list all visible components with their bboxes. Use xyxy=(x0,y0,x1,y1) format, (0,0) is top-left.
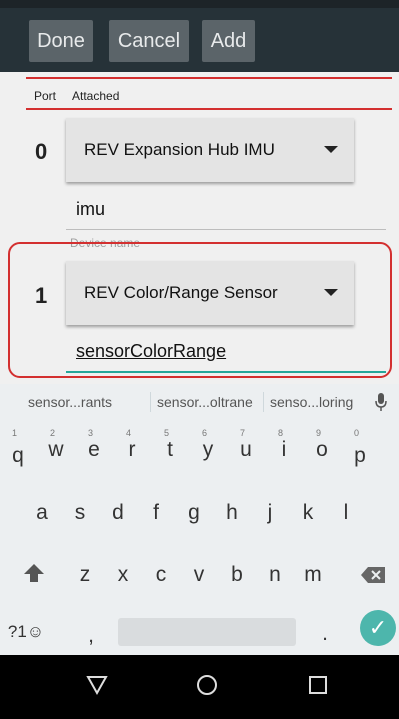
digit-hint: 1 xyxy=(12,428,18,438)
key-j[interactable]: j xyxy=(255,501,285,525)
attached-column-header: Attached xyxy=(72,89,120,103)
suggestion-2[interactable]: sensor...oltrane xyxy=(157,394,253,410)
space-bar[interactable] xyxy=(118,618,296,646)
top-toolbar: Done Cancel Add xyxy=(0,0,399,72)
key-i[interactable]: i xyxy=(269,438,299,462)
status-bar xyxy=(0,0,399,8)
suggestion-1[interactable]: sensor...rants xyxy=(28,394,112,410)
home-icon[interactable] xyxy=(195,673,219,697)
field-underline xyxy=(66,229,386,230)
soft-keyboard: sensor...rants sensor...oltrane senso...… xyxy=(0,384,399,655)
digit-hint: 8 xyxy=(278,428,284,438)
field-underline-active xyxy=(66,371,386,373)
digit-hint: 5 xyxy=(164,428,170,438)
digit-hint: 2 xyxy=(50,428,56,438)
navigation-bar xyxy=(0,655,399,719)
shift-icon[interactable] xyxy=(22,562,46,584)
add-button[interactable]: Add xyxy=(202,20,255,62)
header-top-highlight-line xyxy=(26,77,392,79)
device-type-dropdown-0[interactable]: REV Expansion Hub IMU xyxy=(66,118,354,182)
key-s[interactable]: s xyxy=(65,501,95,525)
key-h[interactable]: h xyxy=(217,501,247,525)
key-e[interactable]: e xyxy=(79,438,109,462)
key-period[interactable]: . xyxy=(310,622,340,646)
digit-hint: 3 xyxy=(88,428,94,438)
recents-icon[interactable] xyxy=(306,673,330,697)
key-g[interactable]: g xyxy=(179,501,209,525)
device-name-value-0: imu xyxy=(76,199,106,219)
key-b[interactable]: b xyxy=(222,563,252,587)
key-c[interactable]: c xyxy=(146,563,176,587)
key-u[interactable]: u xyxy=(231,438,261,462)
backspace-icon[interactable] xyxy=(360,566,386,584)
device-type-label-0: REV Expansion Hub IMU xyxy=(84,140,275,159)
key-t[interactable]: t xyxy=(155,438,185,462)
port-number-1: 1 xyxy=(35,283,48,308)
suggestion-3[interactable]: senso...loring xyxy=(270,394,353,410)
digit-hint: 4 xyxy=(126,428,132,438)
suggestion-strip: sensor...rants sensor...oltrane senso...… xyxy=(0,384,399,420)
check-icon: ✓ xyxy=(368,615,388,640)
device-name-value-1: sensorColorRange xyxy=(76,341,227,361)
suggestion-divider xyxy=(150,392,151,412)
key-x[interactable]: x xyxy=(108,563,138,587)
microphone-icon[interactable] xyxy=(374,392,388,412)
key-v[interactable]: v xyxy=(184,563,214,587)
digit-hint: 0 xyxy=(354,428,360,438)
key-z[interactable]: z xyxy=(70,563,100,587)
key-w[interactable]: w xyxy=(41,438,71,462)
key-d[interactable]: d xyxy=(103,501,133,525)
port-number-0: 0 xyxy=(35,139,48,164)
enter-key[interactable]: ✓ xyxy=(360,610,396,646)
chevron-down-icon xyxy=(324,146,338,153)
key-p[interactable]: p xyxy=(345,444,375,468)
port-column-header: Port xyxy=(34,89,57,103)
back-icon[interactable] xyxy=(85,673,109,697)
key-k[interactable]: k xyxy=(293,501,323,525)
suggestion-divider xyxy=(263,392,264,412)
symbols-key[interactable]: ?1☺ xyxy=(6,622,46,642)
digit-hint: 7 xyxy=(240,428,246,438)
key-o[interactable]: o xyxy=(307,438,337,462)
key-y[interactable]: y xyxy=(193,438,223,462)
key-r[interactable]: r xyxy=(117,438,147,462)
key-q[interactable]: q xyxy=(3,444,33,468)
device-name-field-1[interactable]: sensorColorRange xyxy=(66,341,386,375)
device-name-field-0[interactable]: imu xyxy=(66,199,386,233)
key-l[interactable]: l xyxy=(331,501,361,525)
key-m[interactable]: m xyxy=(298,563,328,587)
key-a[interactable]: a xyxy=(27,501,57,525)
cancel-button[interactable]: Cancel xyxy=(109,20,189,62)
key-f[interactable]: f xyxy=(141,501,171,525)
done-button[interactable]: Done xyxy=(29,20,93,62)
key-comma[interactable]: , xyxy=(76,624,106,648)
device-type-dropdown-1[interactable]: REV Color/Range Sensor xyxy=(66,261,354,325)
chevron-down-icon xyxy=(324,289,338,296)
key-n[interactable]: n xyxy=(260,563,290,587)
digit-hint: 6 xyxy=(202,428,208,438)
digit-hint: 9 xyxy=(316,428,322,438)
header-bottom-highlight-line xyxy=(26,108,392,110)
device-type-label-1: REV Color/Range Sensor xyxy=(84,283,278,302)
